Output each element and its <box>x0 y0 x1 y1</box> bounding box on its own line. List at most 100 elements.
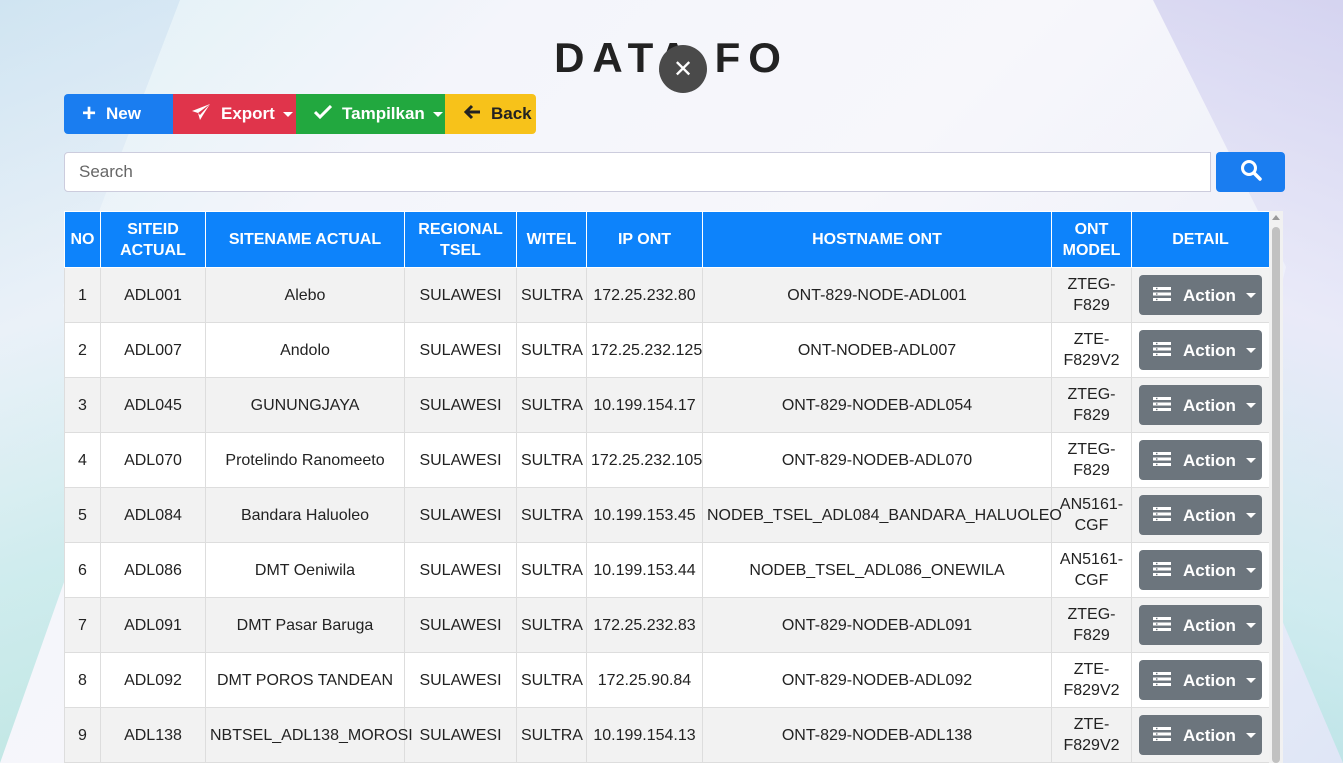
scrollbar-thumb[interactable] <box>1272 227 1280 763</box>
cell-regional: SULAWESI <box>404 487 517 543</box>
cell-ip-ont: 10.199.154.13 <box>586 707 703 763</box>
search-icon <box>1240 159 1262 186</box>
cell-siteid: ADL086 <box>100 542 206 598</box>
table-row: 3 ADL045 GUNUNGJAYA SULAWESI SULTRA 10.199.15… <box>64 377 1269 433</box>
search-input[interactable] <box>64 152 1211 192</box>
action-dropdown-button[interactable]: Action <box>1139 385 1262 425</box>
cell-witel: SULTRA <box>516 377 587 433</box>
action-button-label: Action <box>1183 725 1236 745</box>
table-row: 8 ADL092 DMT POROS TANDEAN SULAWESI SULTRA 17… <box>64 652 1269 708</box>
cell-witel: SULTRA <box>516 597 587 653</box>
cell-ont-model: ZTEG-F829 <box>1051 377 1132 433</box>
action-button-label: Action <box>1183 615 1236 635</box>
cell-ont-model: AN5161-CGF <box>1051 487 1132 543</box>
column-header-ont-model[interactable]: ONT MODEL <box>1051 211 1132 268</box>
table-row: 2 ADL007 Andolo SULAWESI SULTRA 172.25.232.12… <box>64 322 1269 378</box>
cell-sitename: Protelindo Ranomeeto <box>205 432 405 488</box>
cell-sitename: DMT Oeniwila <box>205 542 405 598</box>
action-dropdown-button[interactable]: Action <box>1139 660 1262 700</box>
caret-down-icon <box>1245 457 1256 463</box>
action-dropdown-button[interactable]: Action <box>1139 715 1262 755</box>
cell-detail: Action <box>1131 652 1269 708</box>
column-header-siteid-actual[interactable]: SITEID ACTUAL <box>100 211 206 268</box>
cell-detail: Action <box>1131 597 1269 653</box>
action-dropdown-button[interactable]: Action <box>1139 330 1262 370</box>
cell-ont-model: AN5161-CGF <box>1051 542 1132 598</box>
back-button[interactable]: Back <box>445 94 536 134</box>
action-dropdown-button[interactable]: Action <box>1139 550 1262 590</box>
column-header-detail[interactable]: DETAIL <box>1131 211 1269 268</box>
cell-regional: SULAWESI <box>404 542 517 598</box>
cell-ip-ont: 10.199.153.45 <box>586 487 703 543</box>
table-scrollbar[interactable] <box>1269 211 1283 763</box>
action-dropdown-button[interactable]: Action <box>1139 495 1262 535</box>
tampilkan-button-label: Tampilkan <box>342 104 425 123</box>
arrow-left-icon <box>463 104 481 125</box>
cell-siteid: ADL007 <box>100 322 206 378</box>
table-body: 1 ADL001 Alebo SULAWESI SULTRA 172.25.232.80 O… <box>64 267 1269 763</box>
cell-siteid: ADL084 <box>100 487 206 543</box>
cell-sitename: DMT Pasar Baruga <box>205 597 405 653</box>
cell-ip-ont: 172.25.232.105 <box>586 432 703 488</box>
action-button-label: Action <box>1183 505 1236 525</box>
caret-down-icon <box>1245 732 1256 738</box>
cell-ont-model: ZTEG-F829 <box>1051 597 1132 653</box>
cell-no: 3 <box>64 377 101 433</box>
column-header-no[interactable]: NO <box>64 211 101 268</box>
cell-ont-model: ZTE-F829V2 <box>1051 322 1132 378</box>
scroll-up-arrow-icon[interactable] <box>1272 215 1280 220</box>
cell-no: 7 <box>64 597 101 653</box>
column-header-hostname-ont[interactable]: HOSTNAME ONT <box>702 211 1052 268</box>
cell-hostname: ONT-829-NODEB-ADL070 <box>702 432 1052 488</box>
cell-siteid: ADL092 <box>100 652 206 708</box>
list-icon <box>1153 560 1171 581</box>
column-header-sitename-actual[interactable]: SITENAME ACTUAL <box>205 211 405 268</box>
list-icon <box>1153 505 1171 526</box>
cell-detail: Action <box>1131 542 1269 598</box>
column-header-witel[interactable]: WITEL <box>516 211 587 268</box>
cell-sitename: Bandara Haluoleo <box>205 487 405 543</box>
cell-witel: SULTRA <box>516 487 587 543</box>
table-row: 6 ADL086 DMT Oeniwila SULAWESI SULTRA 10.199.… <box>64 542 1269 598</box>
cell-detail: Action <box>1131 707 1269 763</box>
list-icon <box>1153 615 1171 636</box>
cell-detail: Action <box>1131 377 1269 433</box>
cell-hostname: ONT-829-NODEB-ADL054 <box>702 377 1052 433</box>
caret-down-icon <box>1245 292 1256 298</box>
action-button-label: Action <box>1183 340 1236 360</box>
cell-no: 6 <box>64 542 101 598</box>
tampilkan-dropdown-button[interactable]: Tampilkan <box>296 94 445 134</box>
cell-hostname: ONT-829-NODEB-ADL092 <box>702 652 1052 708</box>
column-header-ip-ont[interactable]: IP ONT <box>586 211 703 268</box>
close-button[interactable]: ✕ <box>659 45 707 93</box>
cell-regional: SULAWESI <box>404 652 517 708</box>
cell-witel: SULTRA <box>516 322 587 378</box>
cell-regional: SULAWESI <box>404 267 517 323</box>
export-button-label: Export <box>221 104 275 123</box>
export-dropdown-button[interactable]: Export <box>173 94 296 134</box>
cell-hostname: ONT-829-NODEB-ADL138 <box>702 707 1052 763</box>
action-dropdown-button[interactable]: Action <box>1139 605 1262 645</box>
new-button[interactable]: + New <box>64 94 173 134</box>
cell-no: 4 <box>64 432 101 488</box>
table-row: 1 ADL001 Alebo SULAWESI SULTRA 172.25.232.80 O… <box>64 267 1269 323</box>
cell-regional: SULAWESI <box>404 322 517 378</box>
data-table: NO SITEID ACTUAL SITENAME ACTUAL REGIONA… <box>64 211 1269 763</box>
column-header-regional-tsel[interactable]: REGIONAL TSEL <box>404 211 517 268</box>
cell-ont-model: ZTEG-F829 <box>1051 267 1132 323</box>
cell-witel: SULTRA <box>516 542 587 598</box>
cell-sitename: DMT POROS TANDEAN <box>205 652 405 708</box>
action-dropdown-button[interactable]: Action <box>1139 440 1262 480</box>
cell-ip-ont: 10.199.153.44 <box>586 542 703 598</box>
cell-detail: Action <box>1131 267 1269 323</box>
caret-down-icon <box>1245 567 1256 573</box>
search-button[interactable] <box>1216 152 1285 192</box>
list-icon <box>1153 285 1171 306</box>
action-dropdown-button[interactable]: Action <box>1139 275 1262 315</box>
cell-detail: Action <box>1131 322 1269 378</box>
caret-down-icon <box>1245 677 1256 683</box>
cell-hostname: ONT-829-NODE-ADL001 <box>702 267 1052 323</box>
caret-down-icon <box>1245 512 1256 518</box>
table-row: 7 ADL091 DMT Pasar Baruga SULAWESI SULTRA 172… <box>64 597 1269 653</box>
table-header-row: NO SITEID ACTUAL SITENAME ACTUAL REGIONA… <box>64 211 1269 268</box>
